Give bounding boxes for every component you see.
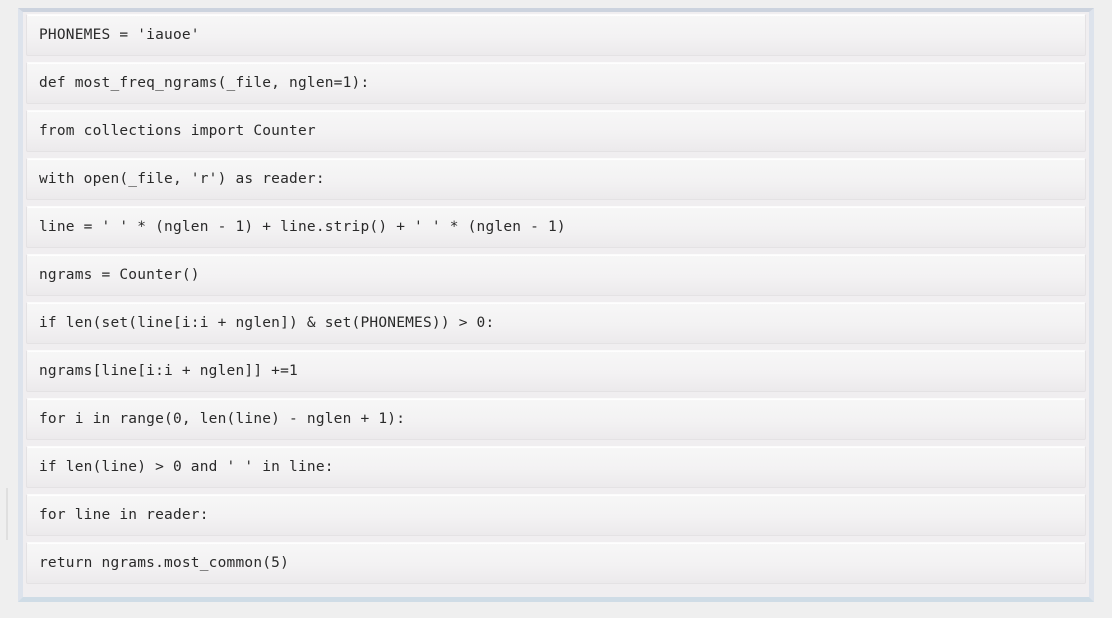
code-line-text: return ngrams.most_common(5) xyxy=(39,554,290,571)
code-block-sortable-container[interactable]: PHONEMES = 'iauoe' def most_freq_ngrams(_… xyxy=(18,8,1094,602)
code-line-text: for line in reader: xyxy=(39,506,209,523)
code-line-text: with open(_file, 'r') as reader: xyxy=(39,170,325,187)
code-line-text: PHONEMES = 'iauoe' xyxy=(39,26,200,43)
code-line-item[interactable]: PHONEMES = 'iauoe' xyxy=(26,14,1086,56)
code-line-text: for i in range(0, len(line) - nglen + 1)… xyxy=(39,410,406,427)
code-line-item[interactable]: return ngrams.most_common(5) xyxy=(26,542,1086,584)
code-line-text: ngrams = Counter() xyxy=(39,266,200,283)
code-line-text: def most_freq_ngrams(_file, nglen=1): xyxy=(39,74,370,91)
code-line-list[interactable]: PHONEMES = 'iauoe' def most_freq_ngrams(_… xyxy=(26,14,1086,584)
code-line-text: from collections import Counter xyxy=(39,122,316,139)
code-line-item[interactable]: for i in range(0, len(line) - nglen + 1)… xyxy=(26,398,1086,440)
code-line-item[interactable]: ngrams = Counter() xyxy=(26,254,1086,296)
code-line-text: line = ' ' * (nglen - 1) + line.strip() … xyxy=(39,218,566,235)
code-line-text: if len(set(line[i:i + nglen]) & set(PHON… xyxy=(39,314,495,331)
code-line-item[interactable]: for line in reader: xyxy=(26,494,1086,536)
code-line-text: ngrams[line[i:i + nglen]] +=1 xyxy=(39,362,298,379)
code-line-item[interactable]: if len(line) > 0 and ' ' in line: xyxy=(26,446,1086,488)
code-line-text: if len(line) > 0 and ' ' in line: xyxy=(39,458,334,475)
code-line-item[interactable]: ngrams[line[i:i + nglen]] +=1 xyxy=(26,350,1086,392)
code-line-item[interactable]: def most_freq_ngrams(_file, nglen=1): xyxy=(26,62,1086,104)
code-line-item[interactable]: from collections import Counter xyxy=(26,110,1086,152)
code-line-item[interactable]: if len(set(line[i:i + nglen]) & set(PHON… xyxy=(26,302,1086,344)
code-line-item[interactable]: line = ' ' * (nglen - 1) + line.strip() … xyxy=(26,206,1086,248)
code-line-item[interactable]: with open(_file, 'r') as reader: xyxy=(26,158,1086,200)
left-edge-artifact xyxy=(6,488,8,540)
